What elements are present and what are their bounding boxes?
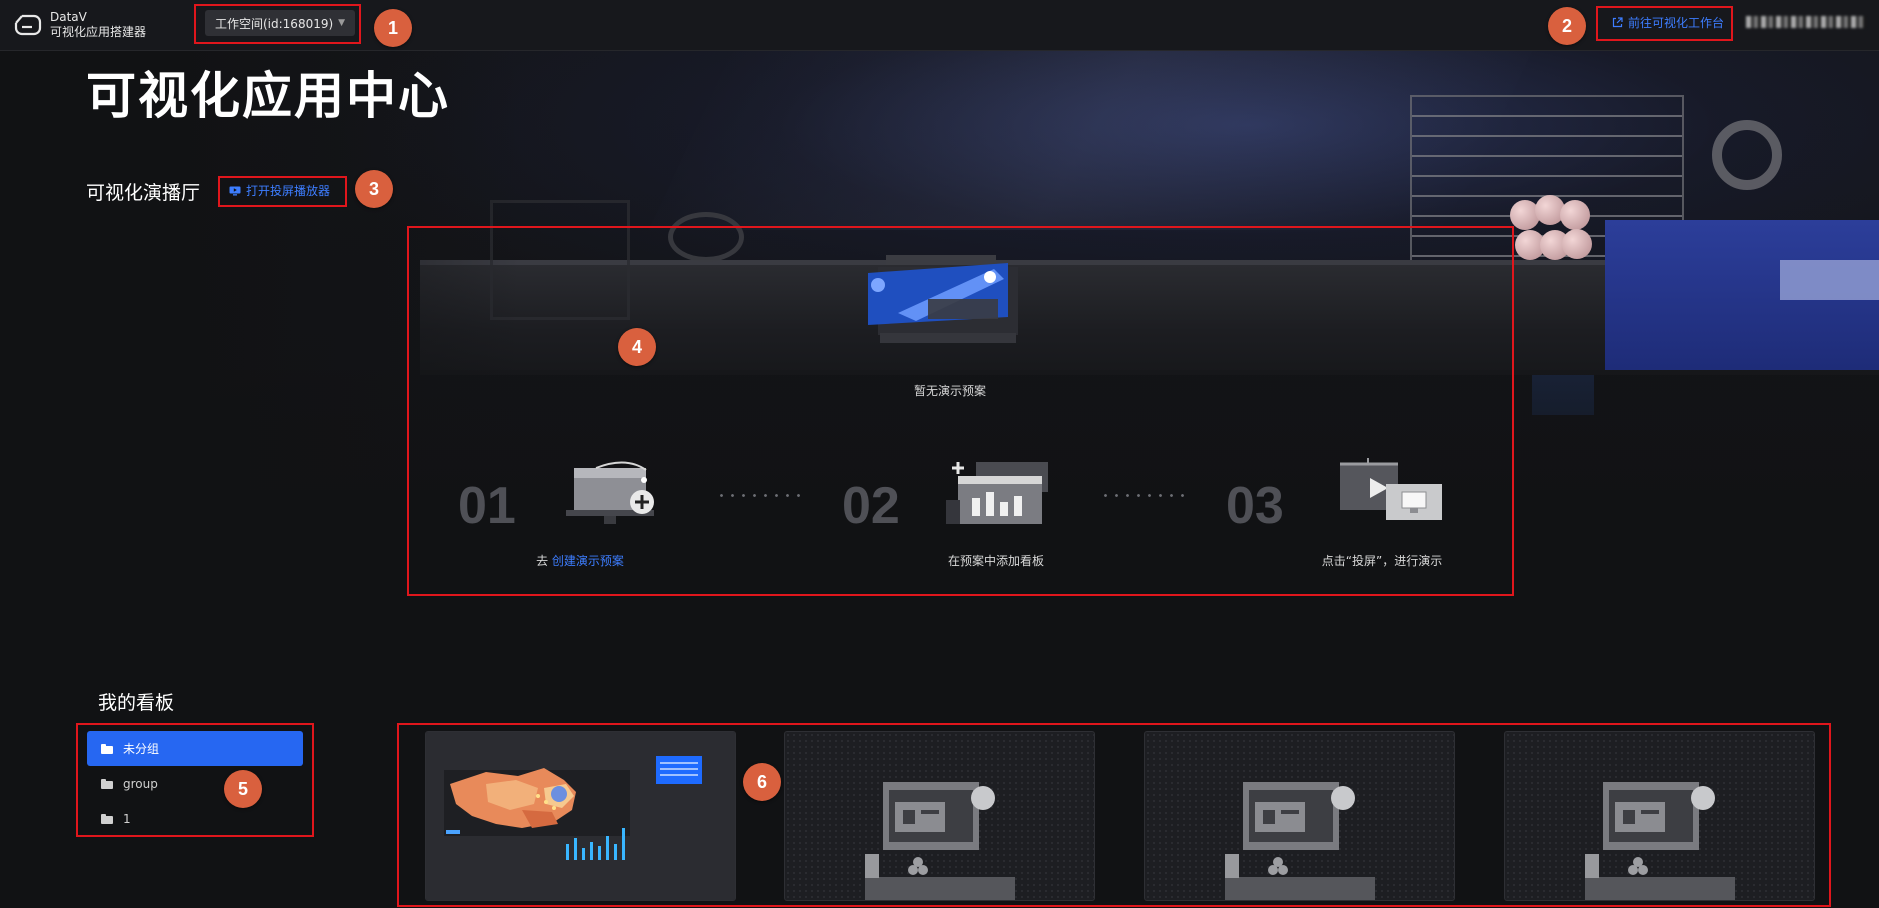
brand-logo[interactable]: DataV 可视化应用搭建器 — [14, 10, 146, 40]
brand-text: DataV 可视化应用搭建器 — [50, 10, 146, 40]
page-title: 可视化应用中心 — [86, 67, 450, 125]
annotation-badge-2: 2 — [1548, 7, 1586, 45]
annotation-badge-1: 1 — [374, 9, 412, 47]
annotation-box-3 — [218, 176, 347, 207]
decor-blue-box-lip — [1780, 260, 1879, 300]
brand-name: DataV — [50, 10, 87, 24]
annotation-badge-5: 5 — [224, 770, 262, 808]
brand-subtitle: 可视化应用搭建器 — [50, 25, 147, 39]
hall-section-title: 可视化演播厅 — [86, 182, 201, 204]
my-boards-title: 我的看板 — [98, 692, 175, 714]
decor-ring — [1712, 120, 1782, 190]
annotation-badge-3: 3 — [355, 170, 393, 208]
annotation-box-4 — [407, 226, 1514, 596]
annotation-badge-6: 6 — [743, 763, 781, 801]
annotation-box-2 — [1596, 6, 1733, 41]
annotation-box-6 — [397, 723, 1831, 907]
datav-logo-icon — [14, 14, 42, 36]
user-avatar-blurred[interactable] — [1746, 16, 1866, 28]
annotation-box-1 — [194, 4, 361, 44]
annotation-box-5 — [76, 723, 314, 837]
decor-balls — [1510, 195, 1592, 265]
annotation-badge-4: 4 — [618, 328, 656, 366]
